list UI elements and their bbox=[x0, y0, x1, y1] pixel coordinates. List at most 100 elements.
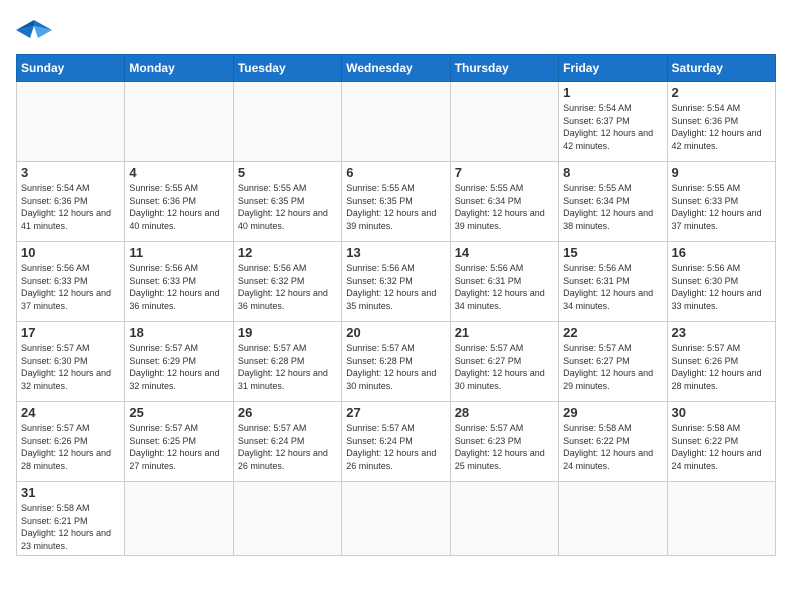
calendar-cell: 30 Sunrise: 5:58 AM Sunset: 6:22 PM Dayli… bbox=[667, 402, 775, 482]
day-info: Sunrise: 5:55 AM Sunset: 6:35 PM Dayligh… bbox=[238, 182, 337, 232]
day-number: 21 bbox=[455, 325, 554, 340]
day-info: Sunrise: 5:55 AM Sunset: 6:34 PM Dayligh… bbox=[563, 182, 662, 232]
calendar-table: SundayMondayTuesdayWednesdayThursdayFrid… bbox=[16, 54, 776, 556]
day-number: 14 bbox=[455, 245, 554, 260]
calendar-cell: 8 Sunrise: 5:55 AM Sunset: 6:34 PM Daylig… bbox=[559, 162, 667, 242]
day-info: Sunrise: 5:57 AM Sunset: 6:24 PM Dayligh… bbox=[238, 422, 337, 472]
calendar-week-3: 10 Sunrise: 5:56 AM Sunset: 6:33 PM Dayli… bbox=[17, 242, 776, 322]
calendar-cell: 24 Sunrise: 5:57 AM Sunset: 6:26 PM Dayli… bbox=[17, 402, 125, 482]
day-info: Sunrise: 5:56 AM Sunset: 6:32 PM Dayligh… bbox=[346, 262, 445, 312]
calendar-cell: 10 Sunrise: 5:56 AM Sunset: 6:33 PM Dayli… bbox=[17, 242, 125, 322]
day-info: Sunrise: 5:57 AM Sunset: 6:30 PM Dayligh… bbox=[21, 342, 120, 392]
day-header-monday: Monday bbox=[125, 55, 233, 82]
calendar-cell: 11Sunrise: 5:56 AM Sunset: 6:33 PM Dayli… bbox=[125, 242, 233, 322]
calendar-cell: 21 Sunrise: 5:57 AM Sunset: 6:27 PM Dayli… bbox=[450, 322, 558, 402]
calendar-cell: 19 Sunrise: 5:57 AM Sunset: 6:28 PM Dayli… bbox=[233, 322, 341, 402]
day-number: 31 bbox=[21, 485, 120, 500]
day-info: Sunrise: 5:55 AM Sunset: 6:34 PM Dayligh… bbox=[455, 182, 554, 232]
calendar-cell bbox=[667, 482, 775, 556]
calendar-cell: 22 Sunrise: 5:57 AM Sunset: 6:27 PM Dayli… bbox=[559, 322, 667, 402]
day-number: 7 bbox=[455, 165, 554, 180]
calendar-cell: 14Sunrise: 5:56 AM Sunset: 6:31 PM Dayli… bbox=[450, 242, 558, 322]
day-info: Sunrise: 5:54 AM Sunset: 6:36 PM Dayligh… bbox=[21, 182, 120, 232]
day-info: Sunrise: 5:57 AM Sunset: 6:29 PM Dayligh… bbox=[129, 342, 228, 392]
calendar-cell: 17 Sunrise: 5:57 AM Sunset: 6:30 PM Dayli… bbox=[17, 322, 125, 402]
day-info: Sunrise: 5:54 AM Sunset: 6:36 PM Dayligh… bbox=[672, 102, 771, 152]
calendar-cell: 26 Sunrise: 5:57 AM Sunset: 6:24 PM Dayli… bbox=[233, 402, 341, 482]
day-info: Sunrise: 5:57 AM Sunset: 6:27 PM Dayligh… bbox=[455, 342, 554, 392]
day-info: Sunrise: 5:56 AM Sunset: 6:33 PM Dayligh… bbox=[21, 262, 120, 312]
calendar-cell: 18 Sunrise: 5:57 AM Sunset: 6:29 PM Dayli… bbox=[125, 322, 233, 402]
day-number: 19 bbox=[238, 325, 337, 340]
day-number: 22 bbox=[563, 325, 662, 340]
calendar-cell: 27 Sunrise: 5:57 AM Sunset: 6:24 PM Dayli… bbox=[342, 402, 450, 482]
day-number: 16 bbox=[672, 245, 771, 260]
calendar-cell: 9Sunrise: 5:55 AM Sunset: 6:33 PM Daylig… bbox=[667, 162, 775, 242]
day-header-friday: Friday bbox=[559, 55, 667, 82]
day-number: 24 bbox=[21, 405, 120, 420]
calendar-cell bbox=[450, 82, 558, 162]
day-number: 30 bbox=[672, 405, 771, 420]
day-number: 20 bbox=[346, 325, 445, 340]
day-info: Sunrise: 5:58 AM Sunset: 6:21 PM Dayligh… bbox=[21, 502, 120, 552]
day-number: 23 bbox=[672, 325, 771, 340]
day-number: 1 bbox=[563, 85, 662, 100]
day-info: Sunrise: 5:58 AM Sunset: 6:22 PM Dayligh… bbox=[672, 422, 771, 472]
day-info: Sunrise: 5:57 AM Sunset: 6:24 PM Dayligh… bbox=[346, 422, 445, 472]
calendar-cell bbox=[450, 482, 558, 556]
day-info: Sunrise: 5:56 AM Sunset: 6:30 PM Dayligh… bbox=[672, 262, 771, 312]
day-info: Sunrise: 5:57 AM Sunset: 6:25 PM Dayligh… bbox=[129, 422, 228, 472]
calendar-header-row: SundayMondayTuesdayWednesdayThursdayFrid… bbox=[17, 55, 776, 82]
day-number: 6 bbox=[346, 165, 445, 180]
calendar-cell: 25Sunrise: 5:57 AM Sunset: 6:25 PM Dayli… bbox=[125, 402, 233, 482]
day-info: Sunrise: 5:55 AM Sunset: 6:33 PM Dayligh… bbox=[672, 182, 771, 232]
day-info: Sunrise: 5:57 AM Sunset: 6:27 PM Dayligh… bbox=[563, 342, 662, 392]
calendar-cell: 23Sunrise: 5:57 AM Sunset: 6:26 PM Dayli… bbox=[667, 322, 775, 402]
day-info: Sunrise: 5:58 AM Sunset: 6:22 PM Dayligh… bbox=[563, 422, 662, 472]
day-number: 26 bbox=[238, 405, 337, 420]
day-number: 27 bbox=[346, 405, 445, 420]
calendar-week-2: 3 Sunrise: 5:54 AM Sunset: 6:36 PM Daylig… bbox=[17, 162, 776, 242]
day-number: 13 bbox=[346, 245, 445, 260]
day-info: Sunrise: 5:57 AM Sunset: 6:26 PM Dayligh… bbox=[21, 422, 120, 472]
day-number: 11 bbox=[129, 245, 228, 260]
day-info: Sunrise: 5:55 AM Sunset: 6:35 PM Dayligh… bbox=[346, 182, 445, 232]
calendar-cell bbox=[17, 82, 125, 162]
calendar-cell: 5Sunrise: 5:55 AM Sunset: 6:35 PM Daylig… bbox=[233, 162, 341, 242]
calendar-cell: 15 Sunrise: 5:56 AM Sunset: 6:31 PM Dayli… bbox=[559, 242, 667, 322]
day-number: 8 bbox=[563, 165, 662, 180]
day-info: Sunrise: 5:57 AM Sunset: 6:28 PM Dayligh… bbox=[238, 342, 337, 392]
calendar-cell: 29 Sunrise: 5:58 AM Sunset: 6:22 PM Dayli… bbox=[559, 402, 667, 482]
day-number: 10 bbox=[21, 245, 120, 260]
calendar-week-4: 17 Sunrise: 5:57 AM Sunset: 6:30 PM Dayli… bbox=[17, 322, 776, 402]
day-info: Sunrise: 5:54 AM Sunset: 6:37 PM Dayligh… bbox=[563, 102, 662, 152]
calendar-cell bbox=[342, 82, 450, 162]
calendar-cell: 1 Sunrise: 5:54 AM Sunset: 6:37 PM Daylig… bbox=[559, 82, 667, 162]
day-number: 18 bbox=[129, 325, 228, 340]
day-number: 29 bbox=[563, 405, 662, 420]
day-info: Sunrise: 5:57 AM Sunset: 6:28 PM Dayligh… bbox=[346, 342, 445, 392]
day-number: 4 bbox=[129, 165, 228, 180]
day-info: Sunrise: 5:56 AM Sunset: 6:31 PM Dayligh… bbox=[563, 262, 662, 312]
calendar-cell bbox=[559, 482, 667, 556]
calendar-cell: 20 Sunrise: 5:57 AM Sunset: 6:28 PM Dayli… bbox=[342, 322, 450, 402]
header bbox=[16, 16, 776, 44]
calendar-cell bbox=[125, 82, 233, 162]
day-header-tuesday: Tuesday bbox=[233, 55, 341, 82]
calendar-cell bbox=[233, 482, 341, 556]
day-number: 2 bbox=[672, 85, 771, 100]
day-number: 15 bbox=[563, 245, 662, 260]
calendar-cell: 2 Sunrise: 5:54 AM Sunset: 6:36 PM Daylig… bbox=[667, 82, 775, 162]
calendar-cell: 31 Sunrise: 5:58 AM Sunset: 6:21 PM Dayli… bbox=[17, 482, 125, 556]
day-number: 17 bbox=[21, 325, 120, 340]
day-number: 28 bbox=[455, 405, 554, 420]
calendar-cell bbox=[342, 482, 450, 556]
day-info: Sunrise: 5:56 AM Sunset: 6:32 PM Dayligh… bbox=[238, 262, 337, 312]
day-number: 3 bbox=[21, 165, 120, 180]
day-number: 12 bbox=[238, 245, 337, 260]
day-header-saturday: Saturday bbox=[667, 55, 775, 82]
calendar-cell bbox=[125, 482, 233, 556]
calendar-cell: 6 Sunrise: 5:55 AM Sunset: 6:35 PM Daylig… bbox=[342, 162, 450, 242]
calendar-cell: 3 Sunrise: 5:54 AM Sunset: 6:36 PM Daylig… bbox=[17, 162, 125, 242]
day-header-wednesday: Wednesday bbox=[342, 55, 450, 82]
